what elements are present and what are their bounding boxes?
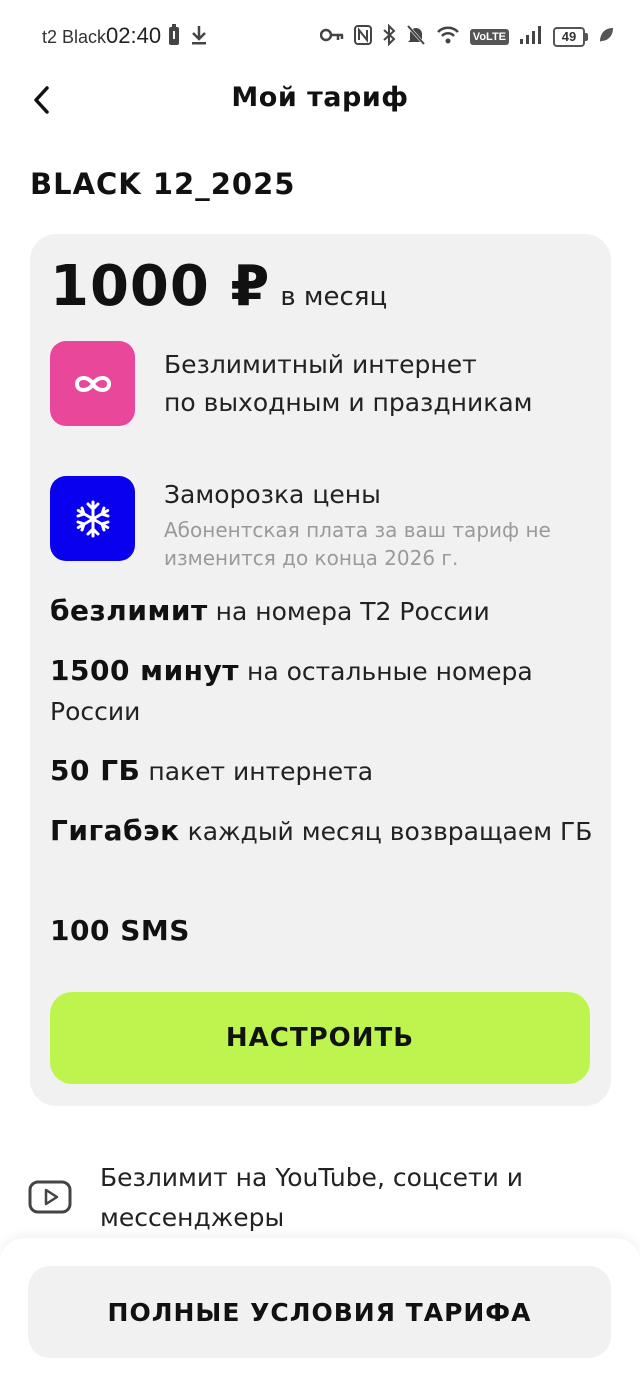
spec-t2-numbers: безлимит на номера Т2 России (50, 591, 595, 632)
spec-text: каждый месяц возвращаем ГБ (187, 817, 593, 846)
spec-bold: 100 SMS (50, 914, 190, 947)
key-icon (319, 27, 344, 47)
feature-price-freeze: Заморозка цены Абонентская плата за ваш … (50, 476, 584, 572)
spec-sms: 100 SMS (50, 911, 595, 952)
price-period: в месяц (280, 282, 388, 312)
feature-description: Абонентская плата за ваш тариф не измени… (164, 518, 551, 570)
feature-title: Заморозка цены (164, 480, 381, 509)
bottom-sheet: ПОЛНЫЕ УСЛОВИЯ ТАРИФА (0, 1238, 640, 1387)
download-icon (190, 24, 208, 50)
price: 1000 ₽ (50, 254, 271, 319)
extra-option-youtube[interactable]: Безлимит на YouTube, соцсети и мессендже… (28, 1158, 580, 1238)
youtube-icon (28, 1180, 72, 1214)
spec-minutes: 1500 минут на остальные номера России (50, 651, 595, 732)
spec-gigaback: Гигабэк каждый месяц возвращаем ГБ (50, 811, 595, 852)
wifi-icon (436, 25, 460, 49)
feature-line2: по выходным и праздникам (164, 388, 533, 417)
full-terms-button[interactable]: ПОЛНЫЕ УСЛОВИЯ ТАРИФА (28, 1266, 611, 1358)
page-title: Мой тариф (231, 82, 409, 113)
nfc-icon (353, 25, 372, 49)
top-bar: Мой тариф (0, 72, 640, 128)
tariff-name: BLACK 12_2025 (30, 167, 296, 201)
feature-unlimited-weekend: Безлимитный интернет по выходным и празд… (50, 341, 533, 426)
configure-button[interactable]: НАСТРОИТЬ (50, 992, 590, 1084)
spec-bold: безлимит (50, 594, 208, 627)
spec-bold: Гигабэк (50, 814, 180, 847)
spec-internet: 50 ГБ пакет интернета (50, 751, 595, 792)
battery-saver-icon (168, 24, 180, 50)
spec-text: на номера Т2 России (215, 597, 490, 626)
spec-bold: 1500 минут (50, 654, 240, 687)
mute-icon (406, 24, 426, 50)
snowflake-icon (50, 476, 135, 561)
spec-text: пакет интернета (148, 757, 374, 786)
volte-icon: VoLTE (469, 29, 509, 45)
extra-option-text: Безлимит на YouTube, соцсети и мессендже… (100, 1163, 524, 1232)
leaf-icon (598, 26, 614, 48)
battery-icon: 49 (553, 27, 588, 47)
status-bar: t2 Black 02:40 VoLTE 49 (0, 0, 640, 72)
feature-line1: Безлимитный интернет (164, 350, 477, 379)
infinity-icon (50, 341, 135, 426)
clock: 02:40 (106, 23, 162, 48)
bluetooth-icon (382, 23, 396, 50)
signal-icon (519, 25, 543, 49)
price-row: 1000 ₽ в месяц (50, 254, 387, 319)
tariff-card: 1000 ₽ в месяц Безлимитный интернет по в… (30, 234, 611, 1106)
spec-bold: 50 ГБ (50, 754, 141, 787)
carrier-name: t2 Black (42, 27, 107, 47)
